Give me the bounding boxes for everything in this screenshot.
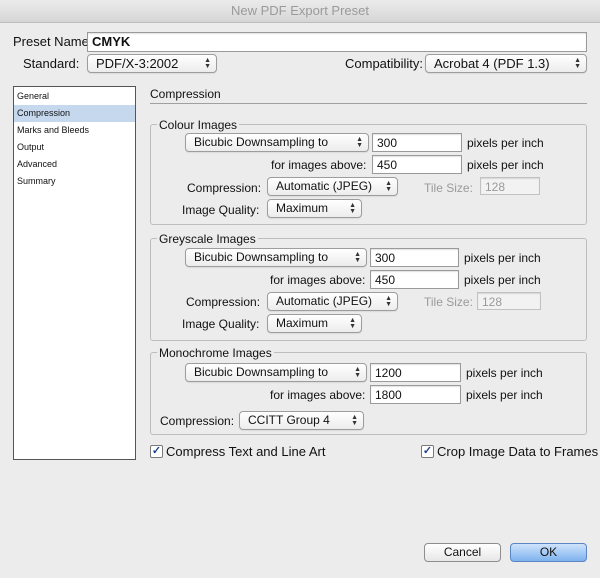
colour-ppi-unit: pixels per inch <box>467 136 544 150</box>
preset-name-input[interactable]: CMYK <box>87 32 587 52</box>
compress-text-label: Compress Text and Line Art <box>166 444 326 459</box>
panel-title: Compression <box>150 87 221 101</box>
greyscale-quality-value: Maximum <box>276 316 329 330</box>
up-down-chevron-icon: ▲ ▼ <box>354 250 361 264</box>
colour-tile-size-input[interactable]: 128 <box>480 177 540 195</box>
colour-compression-label: Compression: <box>187 181 262 195</box>
compatibility-label: Compatibility: <box>345 56 424 71</box>
greyscale-above-unit: pixels per inch <box>464 273 541 287</box>
up-down-chevron-icon: ▲ ▼ <box>574 56 581 70</box>
colour-above-label: for images above: <box>271 158 367 172</box>
sidebar-item-general[interactable]: General <box>14 88 135 105</box>
sidebar-item-advanced[interactable]: Advanced <box>14 156 135 173</box>
colour-quality-select[interactable]: Maximum ▲ ▼ <box>267 199 362 218</box>
checkmark-icon: ✓ <box>422 445 433 457</box>
crop-image-label: Crop Image Data to Frames <box>437 444 599 459</box>
standard-select[interactable]: PDF/X-3:2002 ▲ ▼ <box>87 54 217 73</box>
monochrome-images-title: Monochrome Images <box>157 345 274 361</box>
colour-quality-value: Maximum <box>276 201 329 215</box>
sidebar-item-output[interactable]: Output <box>14 139 135 156</box>
standard-select-value: PDF/X-3:2002 <box>96 56 179 71</box>
colour-above-input[interactable]: 450 <box>372 155 462 174</box>
up-down-chevron-icon: ▲ ▼ <box>354 365 361 379</box>
greyscale-quality-select[interactable]: Maximum ▲ ▼ <box>267 314 362 333</box>
up-down-chevron-icon: ▲ ▼ <box>385 179 392 193</box>
colour-downsample-select[interactable]: Bicubic Downsampling to ▲ ▼ <box>185 133 369 152</box>
greyscale-downsample-value: Bicubic Downsampling to <box>194 250 329 264</box>
greyscale-ppi-input[interactable]: 300 <box>370 248 459 267</box>
up-down-chevron-icon: ▲ ▼ <box>204 56 211 70</box>
greyscale-tile-size-input[interactable]: 128 <box>477 292 541 310</box>
greyscale-ppi-unit: pixels per inch <box>464 251 541 265</box>
mono-above-input[interactable]: 1800 <box>370 385 461 404</box>
mono-ppi-unit: pixels per inch <box>466 366 543 380</box>
colour-compression-select[interactable]: Automatic (JPEG) ▲ ▼ <box>267 177 398 196</box>
compatibility-select[interactable]: Acrobat 4 (PDF 1.3) ▲ ▼ <box>425 54 587 73</box>
colour-downsample-value: Bicubic Downsampling to <box>194 135 329 149</box>
sidebar-item-compression[interactable]: Compression <box>14 105 135 122</box>
compress-text-checkbox[interactable]: ✓ <box>150 445 163 458</box>
crop-image-checkbox[interactable]: ✓ <box>421 445 434 458</box>
up-down-chevron-icon: ▲ ▼ <box>349 316 356 330</box>
up-down-chevron-icon: ▲ ▼ <box>385 294 392 308</box>
colour-images-title: Colour Images <box>157 117 240 133</box>
mono-above-unit: pixels per inch <box>466 388 543 402</box>
colour-above-unit: pixels per inch <box>467 158 544 172</box>
mono-above-label: for images above: <box>270 388 366 402</box>
compatibility-select-value: Acrobat 4 (PDF 1.3) <box>434 56 550 71</box>
mono-compression-label: Compression: <box>160 414 235 428</box>
mono-compression-value: CCITT Group 4 <box>248 413 330 427</box>
colour-quality-label: Image Quality: <box>182 203 260 217</box>
up-down-chevron-icon: ▲ ▼ <box>351 413 358 427</box>
mono-downsample-value: Bicubic Downsampling to <box>194 365 329 379</box>
cancel-button[interactable]: Cancel <box>424 543 501 562</box>
mono-ppi-input[interactable]: 1200 <box>370 363 461 382</box>
window-title-bar: New PDF Export Preset <box>0 0 600 23</box>
sidebar-item-marks-and-bleeds[interactable]: Marks and Bleeds <box>14 122 135 139</box>
ok-button[interactable]: OK <box>510 543 587 562</box>
panel-title-divider <box>150 103 587 104</box>
greyscale-tile-size-label: Tile Size: <box>424 295 473 309</box>
greyscale-images-title: Greyscale Images <box>157 231 258 247</box>
colour-tile-size-label: Tile Size: <box>424 181 473 195</box>
sidebar-list: General Compression Marks and Bleeds Out… <box>13 86 136 460</box>
colour-compression-value: Automatic (JPEG) <box>276 179 373 193</box>
up-down-chevron-icon: ▲ ▼ <box>349 201 356 215</box>
preset-name-label: Preset Name: <box>13 34 93 49</box>
greyscale-above-label: for images above: <box>270 273 366 287</box>
mono-downsample-select[interactable]: Bicubic Downsampling to ▲ ▼ <box>185 363 367 382</box>
colour-ppi-input[interactable]: 300 <box>372 133 462 152</box>
greyscale-above-input[interactable]: 450 <box>370 270 459 289</box>
greyscale-downsample-select[interactable]: Bicubic Downsampling to ▲ ▼ <box>185 248 367 267</box>
mono-compression-select[interactable]: CCITT Group 4 ▲ ▼ <box>239 411 364 430</box>
greyscale-compression-select[interactable]: Automatic (JPEG) ▲ ▼ <box>267 292 398 311</box>
checkmark-icon: ✓ <box>151 445 162 457</box>
up-down-chevron-icon: ▲ ▼ <box>356 135 363 149</box>
sidebar-item-summary[interactable]: Summary <box>14 173 135 190</box>
greyscale-quality-label: Image Quality: <box>182 317 260 331</box>
standard-label: Standard: <box>23 56 80 71</box>
window-title: New PDF Export Preset <box>231 3 369 18</box>
greyscale-compression-value: Automatic (JPEG) <box>276 294 373 308</box>
greyscale-compression-label: Compression: <box>186 295 261 309</box>
